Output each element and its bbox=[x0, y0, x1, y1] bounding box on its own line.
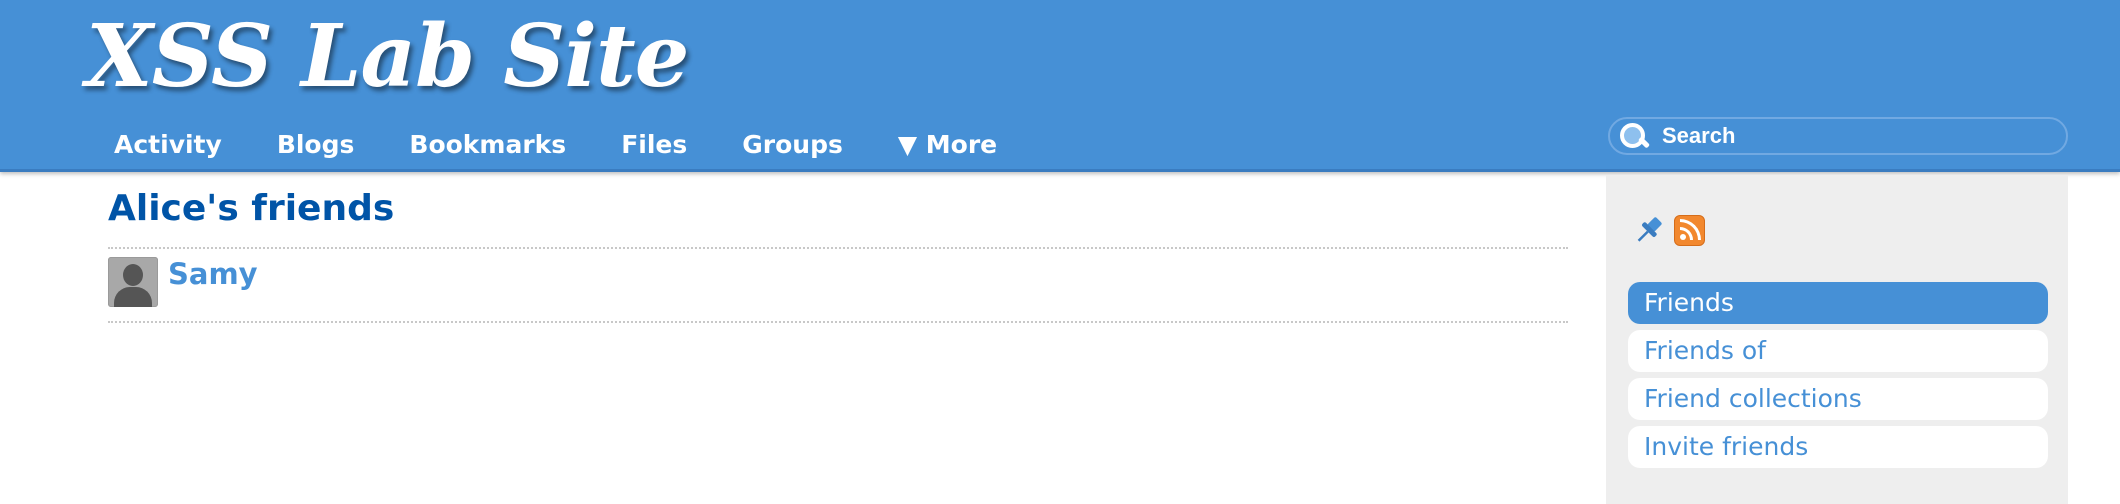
sidebar-item-friends[interactable]: Friends bbox=[1628, 282, 2048, 324]
sidebar-item-friends-of[interactable]: Friends of bbox=[1628, 330, 2048, 372]
site-title-link[interactable]: XSS Lab Site bbox=[86, 6, 689, 107]
search-icon[interactable] bbox=[1618, 121, 1648, 151]
sidebar: Friends Friends of Friend collections In… bbox=[1606, 175, 2068, 504]
friend-name-link[interactable]: Samy bbox=[168, 259, 258, 289]
sidebar-item-invite-friends[interactable]: Invite friends bbox=[1628, 426, 2048, 468]
nav-blogs[interactable]: Blogs bbox=[277, 130, 355, 159]
sidebar-icons bbox=[1632, 213, 1705, 247]
search-box bbox=[1608, 117, 2068, 155]
nav-more-dropdown[interactable]: ▼ More bbox=[898, 130, 997, 159]
nav-groups[interactable]: Groups bbox=[742, 130, 843, 159]
avatar-body-shape bbox=[114, 287, 152, 307]
page-title: Alice's friends bbox=[108, 188, 1568, 249]
sidebar-item-friend-collections[interactable]: Friend collections bbox=[1628, 378, 2048, 420]
nav-bookmarks[interactable]: Bookmarks bbox=[409, 130, 566, 159]
avatar-head-shape bbox=[123, 264, 143, 286]
default-user-avatar-icon[interactable] bbox=[108, 257, 158, 307]
main-content: Alice's friends Samy bbox=[108, 188, 1568, 323]
search-input[interactable] bbox=[1662, 123, 2042, 149]
nav-files[interactable]: Files bbox=[621, 130, 687, 159]
sidebar-menu: Friends Friends of Friend collections In… bbox=[1628, 282, 2048, 474]
pin-icon[interactable] bbox=[1632, 213, 1666, 247]
main-nav: Activity Blogs Bookmarks Files Groups ▼ … bbox=[114, 130, 1052, 159]
site-header: XSS Lab Site Activity Blogs Bookmarks Fi… bbox=[0, 0, 2120, 172]
rss-icon[interactable] bbox=[1674, 214, 1705, 246]
friend-list-item: Samy bbox=[108, 249, 1568, 323]
nav-activity[interactable]: Activity bbox=[114, 130, 222, 159]
